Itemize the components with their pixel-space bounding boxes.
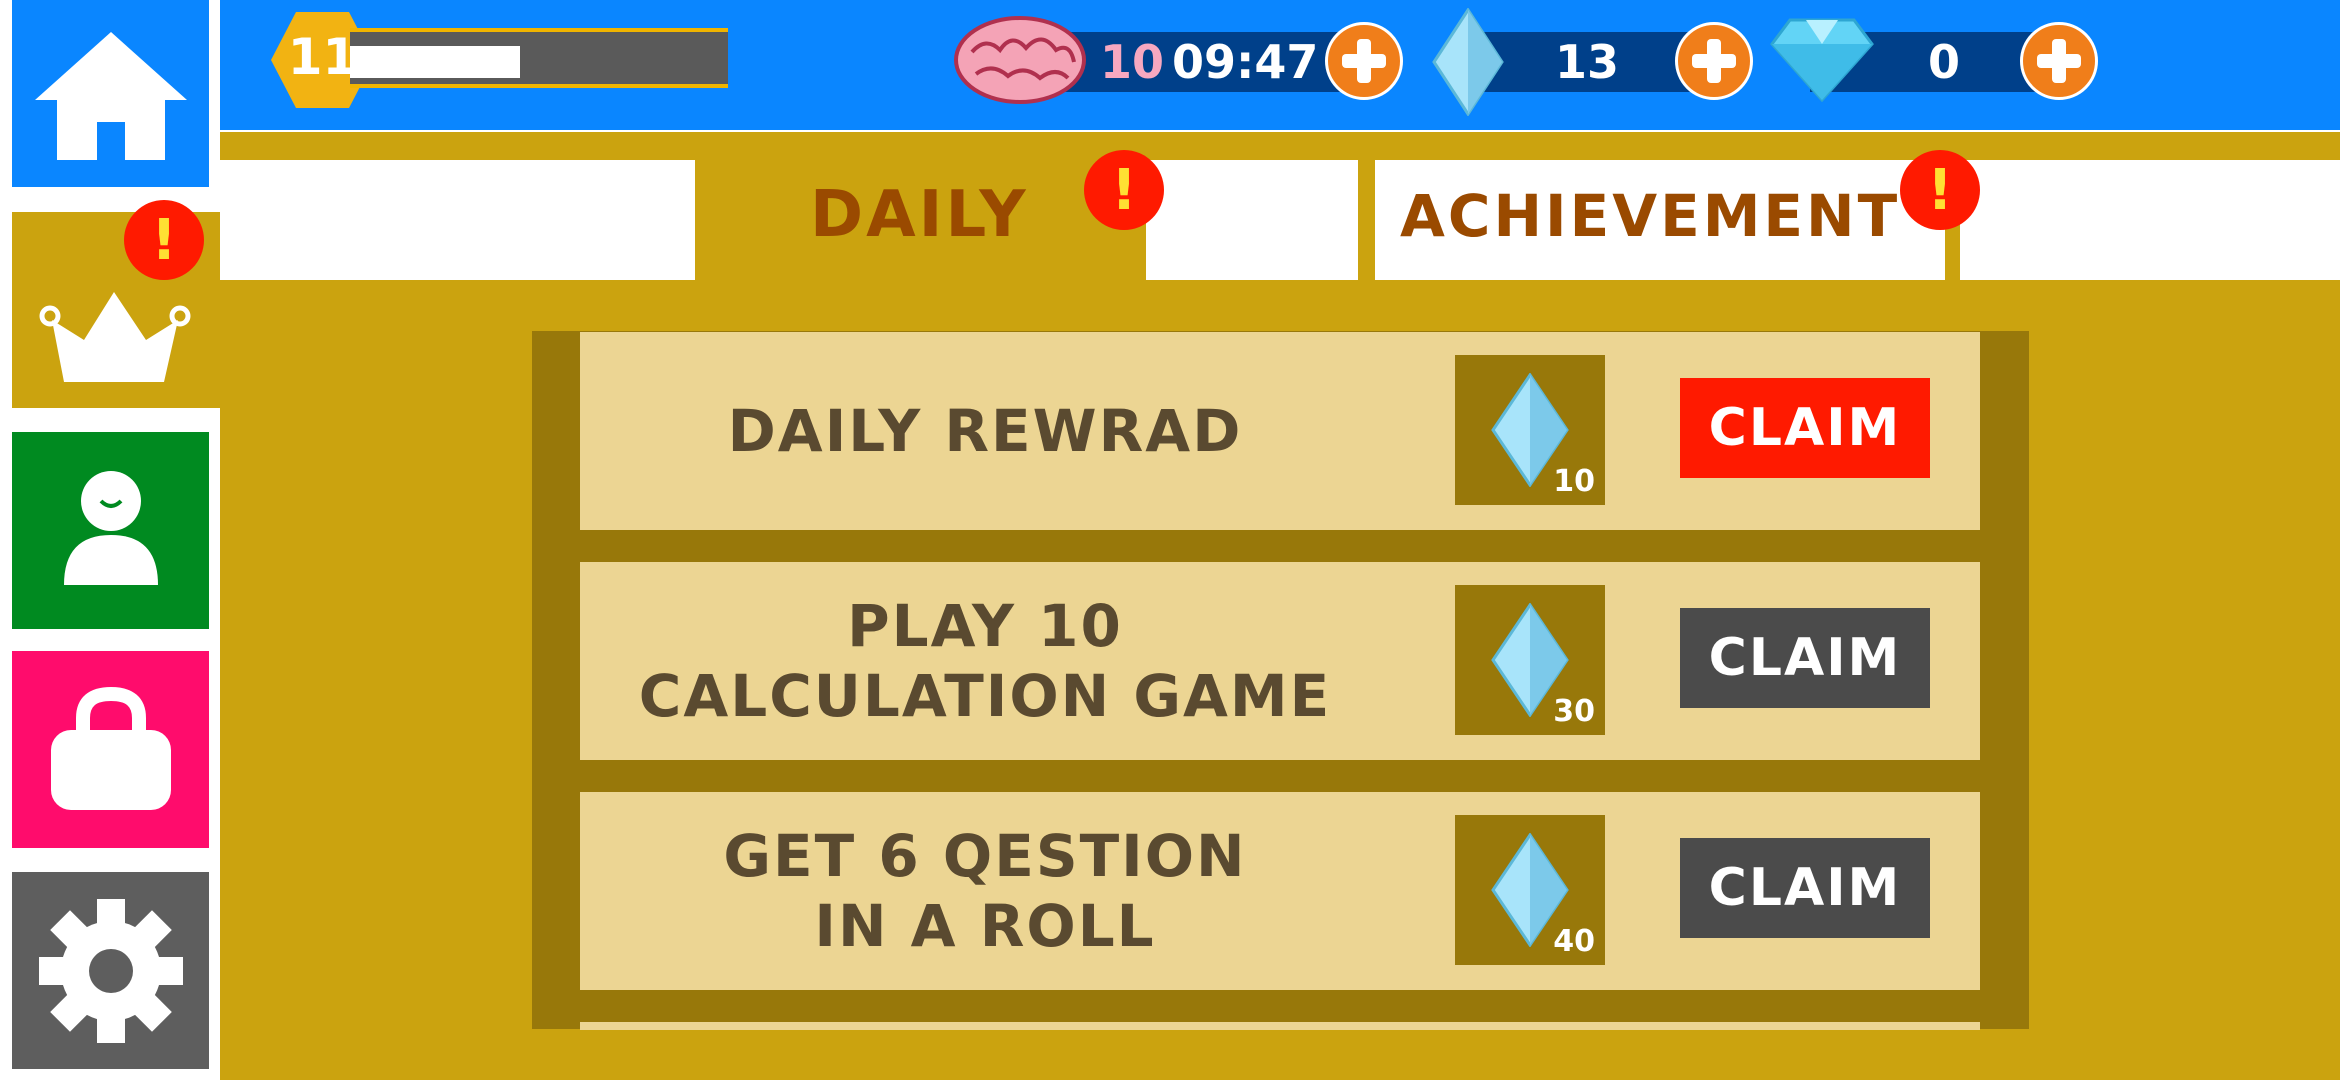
achievement-alert-badge: ! [1900, 150, 1980, 230]
person-icon [63, 470, 158, 585]
xp-progress-bar [350, 28, 728, 88]
reward-amount: 40 [1553, 924, 1595, 959]
quest-title: DAILY REWRAD [727, 397, 1243, 465]
reward-amount: 30 [1553, 694, 1595, 729]
gem-count: 13 [1555, 35, 1620, 89]
gem-crystal-icon [1432, 8, 1504, 116]
quests-alert-badge: ! [124, 200, 204, 280]
diamond-icon [1770, 18, 1874, 102]
nav-quests-button[interactable]: ! [12, 200, 220, 408]
nav-settings-button[interactable] [12, 872, 209, 1069]
quest-title: PLAY 10 CALCULATION GAME [638, 592, 1332, 730]
tab-achievement-label: ACHIEVEMENT [1400, 182, 1901, 250]
add-diamond-button[interactable] [2020, 22, 2098, 100]
add-gem-button[interactable] [1675, 22, 1753, 100]
quest-reward: 30 [1455, 585, 1605, 735]
claim-button[interactable]: CLAIM [1680, 378, 1930, 478]
quest-reward: 10 [1455, 355, 1605, 505]
brain-icon [954, 16, 1086, 104]
diamond-count: 0 [1928, 35, 1961, 89]
tab-daily[interactable]: DAILY [810, 178, 1029, 252]
tab-strip-right [1960, 160, 2340, 280]
claim-button[interactable]: CLAIM [1680, 838, 1930, 938]
home-icon [34, 31, 187, 160]
claim-button[interactable]: CLAIM [1680, 608, 1930, 708]
gear-icon [38, 898, 183, 1043]
tab-strip-left [220, 160, 695, 280]
quest-title: GET 6 QESTION IN A ROLL [723, 822, 1247, 960]
xp-progress-fill [350, 46, 521, 78]
nav-home-button[interactable] [12, 0, 209, 187]
quest-reward: 40 [1455, 815, 1605, 965]
quest-row: PLAY 10 CALCULATION GAME 30 CLAIM [580, 562, 1980, 760]
energy-timer: 09:47 [1172, 35, 1319, 89]
crown-underline [62, 358, 162, 363]
quest-row: DAILY REWRAD 10 CLAIM [580, 332, 1980, 530]
quest-panel-bottom-edge [580, 1022, 1980, 1030]
energy-count: 10 [1100, 35, 1165, 89]
nav-profile-button[interactable] [12, 432, 209, 629]
add-energy-button[interactable] [1325, 22, 1403, 100]
reward-amount: 10 [1553, 464, 1595, 499]
bag-icon [50, 686, 171, 810]
quest-row: GET 6 QESTION IN A ROLL 40 CLAIM [580, 792, 1980, 990]
daily-alert-badge: ! [1084, 150, 1164, 230]
nav-shop-button[interactable] [12, 651, 209, 848]
tab-strip-middle [1146, 160, 1358, 280]
